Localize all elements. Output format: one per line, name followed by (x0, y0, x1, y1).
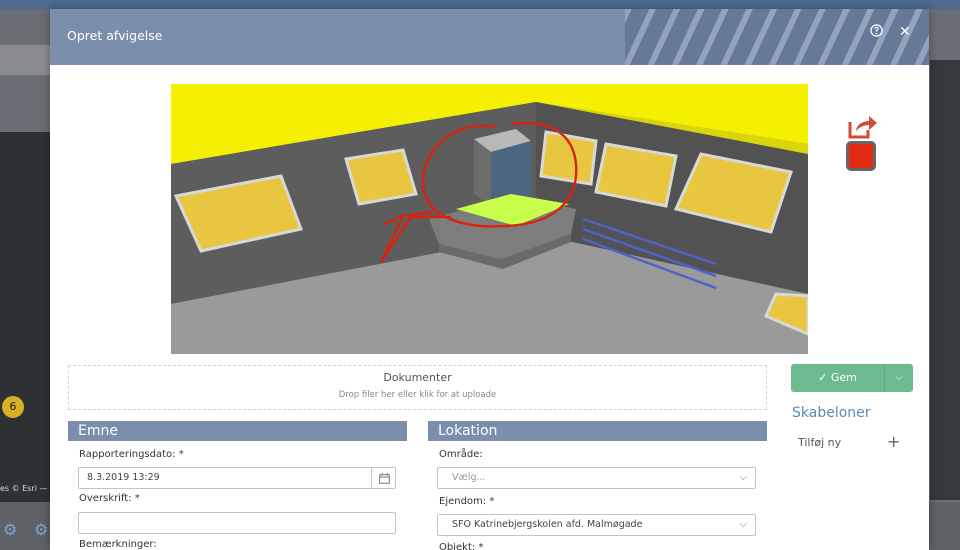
color-swatch (849, 144, 873, 168)
help-icon[interactable] (870, 24, 883, 41)
gear-icon[interactable]: ⚙ (3, 520, 17, 539)
map-cluster-badge[interactable]: 6 (2, 396, 24, 418)
add-template-label[interactable]: Tilføj ny (798, 436, 841, 449)
report-date-input[interactable]: 8.3.2019 13:29 (78, 467, 396, 489)
area-select[interactable]: Vælg... ⌵ (437, 467, 756, 489)
markup-color-button[interactable] (846, 141, 876, 171)
headline-input[interactable] (78, 512, 396, 534)
background-panel (930, 60, 960, 500)
add-template-plus-icon[interactable]: + (887, 432, 900, 451)
background-map (0, 132, 50, 502)
save-options-button[interactable]: ⌵ (884, 364, 913, 392)
close-button[interactable]: ✕ (899, 24, 911, 40)
bim-viewer[interactable] (171, 84, 808, 354)
map-credit: es © Esri — (0, 484, 48, 493)
dropzone-title: Dokumenter (383, 371, 452, 384)
object-label: Objekt: * (439, 542, 484, 550)
chevron-down-icon: ⌵ (739, 519, 747, 530)
area-label: Område: (439, 449, 483, 460)
header-decoration (625, 9, 929, 65)
dropzone-subtitle: Drop filer her eller klik for at uploade (338, 390, 497, 400)
dialog-header: Opret afvigelse ✕ (50, 9, 929, 65)
document-dropzone[interactable]: Dokumenter Drop filer her eller klik for… (68, 365, 767, 410)
headline-label: Overskrift: * (79, 493, 140, 504)
calendar-icon[interactable] (371, 468, 396, 489)
chevron-down-icon: ⌵ (739, 472, 747, 483)
property-label: Ejendom: * (439, 496, 495, 507)
app-toolbar (0, 45, 50, 75)
save-button[interactable]: ✓ Gem (791, 364, 884, 392)
share-icon[interactable] (847, 112, 879, 140)
report-date-label: Rapporteringsdato: * (79, 449, 184, 460)
save-label: Gem (830, 371, 857, 384)
area-select-value: Vælg... (452, 472, 486, 483)
dialog-title: Opret afvigelse (67, 28, 163, 43)
property-select[interactable]: SFO Katrinebjergskolen afd. Malmøgade ⌵ (437, 514, 756, 536)
app-topbar (0, 0, 960, 9)
check-icon: ✓ (818, 371, 828, 384)
chevron-down-icon: ⌵ (895, 372, 903, 383)
property-select-value: SFO Katrinebjergskolen afd. Malmøgade (452, 519, 643, 530)
create-deviation-dialog: Opret afvigelse ✕ Dokumenter Drop filer … (50, 9, 929, 550)
notes-label: Bemærkninger: (79, 539, 157, 550)
gear-icon[interactable]: ⚙ (34, 520, 48, 539)
lokation-section-header: Lokation (428, 421, 767, 441)
templates-title: Skabeloner (792, 405, 871, 421)
emne-section-header: Emne (68, 421, 407, 441)
